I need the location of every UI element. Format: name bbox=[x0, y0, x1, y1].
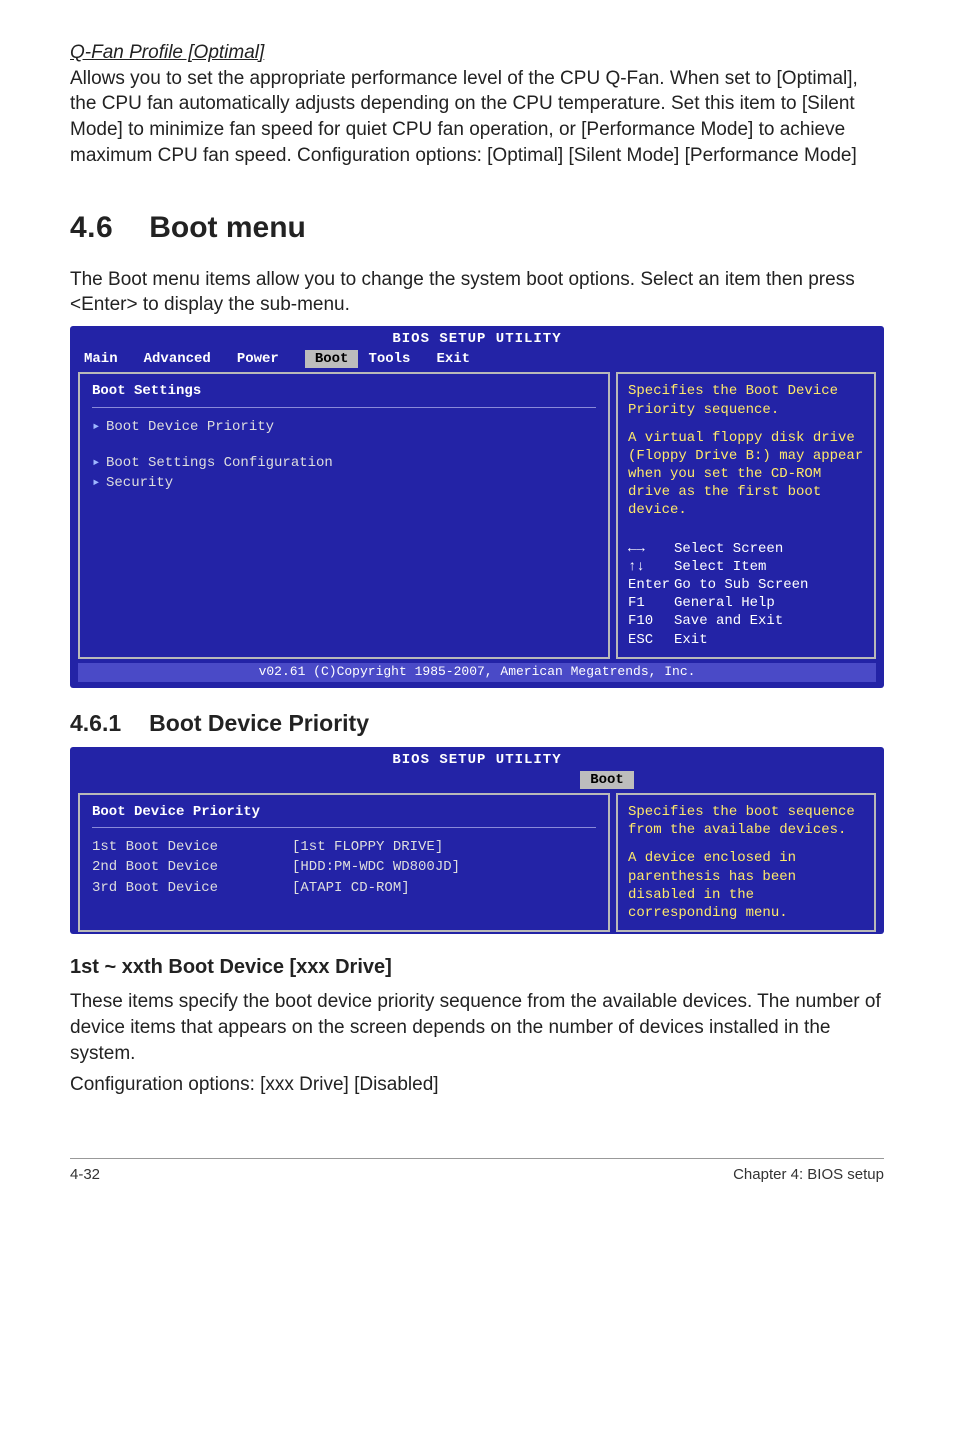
subsection-heading: 4.6.1 Boot Device Priority bbox=[70, 708, 884, 739]
bios-title: BIOS SETUP UTILITY bbox=[74, 330, 880, 348]
bios-key-legend: ←→Select Screen ↑↓Select Item EnterGo to… bbox=[628, 520, 864, 649]
key-f10: F10 bbox=[628, 612, 674, 630]
key-arrows-ud: ↑↓ bbox=[628, 558, 674, 576]
qfan-heading: Q-Fan Profile [Optimal] bbox=[70, 40, 884, 66]
bios-panel-boot-device-priority: BIOS SETUP UTILITY Boot Boot Device Prio… bbox=[70, 747, 884, 935]
row-label: 2nd Boot Device bbox=[92, 858, 292, 876]
divider bbox=[92, 407, 596, 408]
bios-title: BIOS SETUP UTILITY bbox=[74, 751, 880, 769]
section-title: Boot menu bbox=[149, 208, 306, 249]
key-arrows-lr: ←→ bbox=[628, 540, 674, 558]
item-description-1: These items specify the boot device prio… bbox=[70, 989, 884, 1066]
tab-advanced[interactable]: Advanced bbox=[144, 350, 227, 368]
bios-right-pane: Specifies the Boot Device Priority seque… bbox=[616, 372, 876, 658]
key-f1: F1 bbox=[628, 594, 674, 612]
qfan-paragraph: Allows you to set the appropriate perfor… bbox=[70, 66, 884, 169]
key-desc: Go to Sub Screen bbox=[674, 577, 808, 593]
tab-tools[interactable]: Tools bbox=[368, 350, 426, 368]
row-3rd-boot-device[interactable]: 3rd Boot Device[ATAPI CD-ROM] bbox=[92, 879, 596, 897]
key-esc: ESC bbox=[628, 631, 674, 649]
tab-boot[interactable]: Boot bbox=[305, 350, 359, 368]
subsection-number: 4.6.1 bbox=[70, 708, 121, 739]
tab-exit[interactable]: Exit bbox=[436, 350, 486, 368]
bios-panel-boot-settings: BIOS SETUP UTILITY Main Advanced Power B… bbox=[70, 326, 884, 688]
bios-copyright: v02.61 (C)Copyright 1985-2007, American … bbox=[78, 663, 876, 682]
key-desc: General Help bbox=[674, 595, 775, 611]
bios-left-heading: Boot Settings bbox=[92, 382, 596, 400]
submenu-arrow-icon: ▸ bbox=[92, 474, 106, 492]
bios-menubar: Main Advanced Power Boot Tools Exit bbox=[74, 348, 880, 372]
item-label: Boot Settings Configuration bbox=[106, 455, 333, 471]
item-heading: 1st ~ xxth Boot Device [xxx Drive] bbox=[70, 954, 884, 981]
key-enter: Enter bbox=[628, 576, 674, 594]
page-number: 4-32 bbox=[70, 1165, 100, 1185]
item-boot-settings-config[interactable]: ▸Boot Settings Configuration bbox=[92, 454, 596, 472]
bios-help-body: A device enclosed in parenthesis has bee… bbox=[628, 849, 864, 922]
section-intro: The Boot menu items allow you to change … bbox=[70, 267, 884, 318]
section-number: 4.6 bbox=[70, 208, 113, 249]
bios-left-heading: Boot Device Priority bbox=[92, 803, 596, 821]
bios-help-top: Specifies the Boot Device Priority seque… bbox=[628, 382, 864, 418]
row-label: 3rd Boot Device bbox=[92, 879, 292, 897]
bios-left-pane: Boot Settings ▸Boot Device Priority ▸Boo… bbox=[78, 372, 610, 658]
page-footer: 4-32 Chapter 4: BIOS setup bbox=[70, 1158, 884, 1185]
section-heading: 4.6 Boot menu bbox=[70, 208, 884, 249]
row-1st-boot-device[interactable]: 1st Boot Device[1st FLOPPY DRIVE] bbox=[92, 838, 596, 856]
key-desc: Select Screen bbox=[674, 541, 783, 557]
tab-power[interactable]: Power bbox=[237, 350, 295, 368]
subsection-title: Boot Device Priority bbox=[149, 708, 369, 739]
row-value: [HDD:PM-WDC WD800JD] bbox=[292, 858, 460, 876]
item-description-2: Configuration options: [xxx Drive] [Disa… bbox=[70, 1072, 884, 1098]
key-desc: Select Item bbox=[674, 559, 766, 575]
bios-menubar: Boot bbox=[74, 769, 880, 793]
row-value: [ATAPI CD-ROM] bbox=[292, 879, 410, 897]
key-desc: Exit bbox=[674, 632, 708, 648]
item-security[interactable]: ▸Security bbox=[92, 474, 596, 492]
divider bbox=[92, 827, 596, 828]
tab-main[interactable]: Main bbox=[84, 350, 134, 368]
item-boot-device-priority[interactable]: ▸Boot Device Priority bbox=[92, 418, 596, 436]
row-value: [1st FLOPPY DRIVE] bbox=[292, 838, 443, 856]
bios-help-body: A virtual floppy disk drive (Floppy Driv… bbox=[628, 429, 864, 520]
chapter-label: Chapter 4: BIOS setup bbox=[733, 1165, 884, 1185]
submenu-arrow-icon: ▸ bbox=[92, 418, 106, 436]
tab-boot[interactable]: Boot bbox=[580, 771, 634, 789]
item-label: Boot Device Priority bbox=[106, 419, 274, 435]
item-label: Security bbox=[106, 475, 173, 491]
bios-left-pane: Boot Device Priority 1st Boot Device[1st… bbox=[78, 793, 610, 932]
bios-help-top: Specifies the boot sequence from the ava… bbox=[628, 803, 864, 839]
bios-right-pane: Specifies the boot sequence from the ava… bbox=[616, 793, 876, 932]
row-2nd-boot-device[interactable]: 2nd Boot Device[HDD:PM-WDC WD800JD] bbox=[92, 858, 596, 876]
row-label: 1st Boot Device bbox=[92, 838, 292, 856]
submenu-arrow-icon: ▸ bbox=[92, 454, 106, 472]
key-desc: Save and Exit bbox=[674, 613, 783, 629]
